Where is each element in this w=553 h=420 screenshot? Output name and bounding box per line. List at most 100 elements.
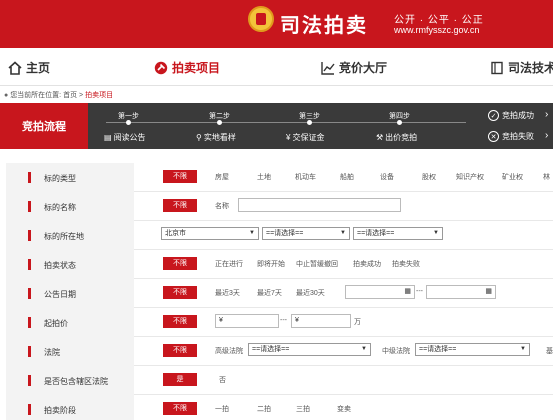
price-unit: 万 (354, 319, 361, 326)
home-icon (8, 60, 22, 75)
type-option-equipment[interactable]: 设备 (380, 172, 394, 182)
flow-steps: 第一步 ▤ 阅读公告 第二步 ⚲ 实地看样 第三步 ¥ 交保证金 第四步 ⚒ 出价竞拍 … (88, 103, 553, 149)
filter-label: 法院 (44, 348, 60, 357)
type-option-mining[interactable]: 矿业权 (502, 172, 523, 182)
court-emblem-icon (248, 6, 274, 32)
mid-court-select[interactable]: ==请选择== ▼ (415, 343, 530, 356)
step-4-dot (397, 120, 402, 125)
filter-row-location: 标的所在地 北京市 ▼ ==请选择== ▼ ==请选择== ▼ (6, 221, 553, 250)
unlimited-button[interactable]: 不限 (163, 170, 197, 183)
type-option-equity[interactable]: 股权 (422, 172, 436, 182)
main-nav: 主页 拍卖项目 竞价大厅 司法技术 (0, 48, 553, 86)
step-3-dot (307, 120, 312, 125)
name-field-label: 名称 (215, 203, 229, 210)
price-max-input[interactable]: ¥ (291, 314, 351, 328)
unlimited-button[interactable]: 不限 (163, 286, 197, 299)
basic-court-label: 基 (546, 348, 553, 355)
unlimited-button[interactable]: 不限 (163, 402, 197, 415)
calendar-icon: ▦ (485, 288, 492, 295)
flow-line (106, 122, 466, 123)
filter-row-stage: 拍卖阶段 不限 一拍 二拍 三拍 变卖 (6, 395, 553, 420)
site-domain: www.rmfysszc.gov.cn (394, 25, 480, 35)
label-bg (6, 308, 134, 337)
type-option-forest[interactable]: 林 (543, 172, 550, 182)
dropdown-arrow-icon: ▼ (433, 230, 439, 236)
result-success: ✓ 竞拍成功 (488, 110, 534, 121)
filter-row-name: 标的名称 不限 名称 (6, 192, 553, 221)
step-3-label[interactable]: ¥ 交保证金 (286, 132, 324, 143)
type-option-ip[interactable]: 知识产权 (456, 172, 484, 182)
status-option-suspended[interactable]: 中止暂缓撤回 (296, 259, 338, 269)
unlimited-button[interactable]: 不限 (163, 315, 197, 328)
yen-icon: ¥ (286, 133, 291, 142)
nav-item-auction-projects[interactable]: 拍卖项目 (154, 59, 220, 76)
row-marker (28, 375, 31, 386)
price-min-input[interactable]: ¥ (215, 314, 279, 328)
unlimited-button[interactable]: 不限 (163, 199, 197, 212)
name-input[interactable] (238, 198, 401, 212)
book-icon (491, 61, 503, 74)
result-fail: ✕ 竞拍失败 (488, 131, 534, 142)
type-option-vehicle[interactable]: 机动车 (295, 172, 316, 182)
gavel-icon: ⚒ (376, 133, 384, 142)
filter-row-date: 公告日期 不限 最近3天 最近7天 最近30天 ▦ --- ▦ (6, 279, 553, 308)
area-select[interactable]: ==请选择== ▼ (353, 227, 443, 240)
status-option-upcoming[interactable]: 即将开始 (257, 259, 285, 269)
step-2-label[interactable]: ⚲ 实地看样 (196, 132, 236, 143)
step-4-label[interactable]: ⚒ 出价竞拍 (376, 132, 417, 143)
type-option-ship[interactable]: 船舶 (340, 172, 354, 182)
nav-label: 司法技术 (508, 61, 553, 75)
dropdown-arrow-icon: ▼ (249, 230, 255, 236)
filter-label: 拍卖阶段 (44, 406, 76, 415)
dropdown-arrow-icon: ▼ (520, 346, 526, 352)
nav-label: 竞价大厅 (339, 61, 388, 75)
chart-icon (321, 61, 335, 75)
calendar-icon: ▦ (404, 288, 411, 295)
date-option-7days[interactable]: 最近7天 (257, 288, 282, 298)
status-option-ongoing[interactable]: 正在进行 (215, 259, 243, 269)
date-option-3days[interactable]: 最近3天 (215, 288, 240, 298)
yes-button[interactable]: 是 (163, 373, 197, 386)
row-marker (28, 230, 31, 241)
auction-flow: 竞拍流程 第一步 ▤ 阅读公告 第二步 ⚲ 实地看样 第三步 ¥ 交保证金 第四步 ⚒… (0, 103, 553, 149)
unlimited-button[interactable]: 不限 (163, 344, 197, 357)
district-select[interactable]: ==请选择== ▼ (262, 227, 350, 240)
row-marker (28, 172, 31, 183)
filter-row-price: 起拍价 不限 ¥ --- ¥ 万 (6, 308, 553, 337)
nav-label: 拍卖项目 (172, 61, 221, 75)
row-marker (28, 288, 31, 299)
type-option-house[interactable]: 房屋 (215, 172, 229, 182)
high-court-select[interactable]: ==请选择== ▼ (248, 343, 371, 356)
status-option-success[interactable]: 拍卖成功 (353, 259, 381, 269)
stage-option-third[interactable]: 三拍 (296, 404, 310, 414)
date-end-input[interactable]: ▦ (426, 285, 496, 299)
status-option-failed[interactable]: 拍卖失败 (392, 259, 420, 269)
unlimited-button[interactable]: 不限 (163, 257, 197, 270)
no-option[interactable]: 否 (219, 375, 226, 385)
chevron-right-icon: › (545, 109, 549, 120)
breadcrumb-prefix: 您当前所在位置: (10, 92, 62, 99)
filter-label: 标的名称 (44, 203, 76, 212)
document-icon: ▤ (104, 133, 112, 142)
step-1-label[interactable]: ▤ 阅读公告 (104, 132, 146, 143)
row-marker (28, 317, 31, 328)
label-bg (6, 337, 134, 366)
nav-item-home[interactable]: 主页 (8, 59, 50, 76)
breadcrumb: ● 您当前所在位置: 首页 > 拍卖项目 (4, 90, 113, 100)
date-start-input[interactable]: ▦ (345, 285, 415, 299)
filter-label: 起拍价 (44, 319, 68, 328)
stage-option-sale[interactable]: 变卖 (337, 404, 351, 414)
chevron-right-icon: › (545, 130, 549, 141)
city-select[interactable]: 北京市 ▼ (161, 227, 259, 240)
nav-item-judicial-tech[interactable]: 司法技术 (490, 59, 553, 76)
date-option-30days[interactable]: 最近30天 (296, 288, 325, 298)
filter-row-court: 法院 不限 高级法院 ==请选择== ▼ 中级法院 ==请选择== ▼ 基 (6, 337, 553, 366)
nav-item-bidding-hall[interactable]: 竞价大厅 (321, 59, 387, 76)
type-option-land[interactable]: 土地 (257, 172, 271, 182)
breadcrumb-home[interactable]: 首页 (63, 92, 77, 99)
mid-court-label: 中级法院 (382, 348, 410, 355)
stage-option-second[interactable]: 二拍 (257, 404, 271, 414)
stage-option-first[interactable]: 一拍 (215, 404, 229, 414)
step-2-dot (217, 120, 222, 125)
filter-label: 是否包含辖区法院 (44, 377, 108, 386)
